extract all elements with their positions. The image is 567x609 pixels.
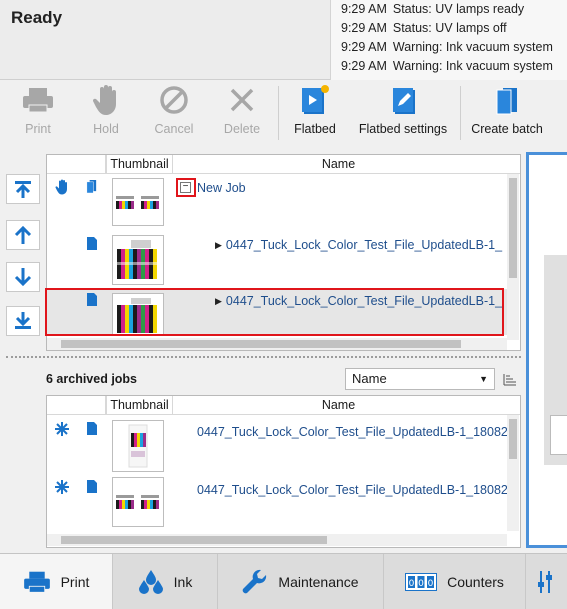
- archived-job-name: 0447_Tuck_Lock_Color_Test_File_UpdatedLB…: [197, 483, 508, 497]
- column-header-name[interactable]: Name: [172, 155, 504, 174]
- flatbed-preview-panel[interactable]: [526, 152, 567, 548]
- cancel-button[interactable]: Cancel: [150, 80, 198, 146]
- arrow-down-icon: [14, 268, 32, 287]
- job-thumbnail: [112, 178, 164, 226]
- toolbar-divider: [278, 86, 279, 140]
- document-icon: [87, 422, 97, 435]
- archived-job-name: 0447_Tuck_Lock_Color_Test_File_UpdatedLB…: [197, 425, 508, 439]
- print-button[interactable]: Print: [12, 80, 64, 146]
- cancel-icon: [150, 80, 198, 120]
- toolbar-divider: [460, 86, 461, 140]
- tab-label: Counters: [447, 574, 504, 590]
- hold-button[interactable]: Hold: [82, 80, 130, 146]
- collapse-toggle-highlight: [176, 178, 196, 197]
- batch-icon: [466, 80, 548, 120]
- move-up-button[interactable]: [6, 220, 40, 250]
- svg-text:0: 0: [418, 579, 424, 589]
- move-to-top-button[interactable]: [6, 174, 40, 204]
- toolbar: Print Hold Cancel Delete Flatbed Flatbed…: [0, 80, 567, 146]
- archived-job-row[interactable]: 0447_Tuck_Lock_Color_Test_File_UpdatedLB…: [47, 416, 508, 474]
- sort-order-button[interactable]: [500, 368, 520, 390]
- tab-maintenance[interactable]: Maintenance: [218, 554, 384, 609]
- sort-order-icon: [503, 374, 516, 386]
- queue-vertical-scrollbar[interactable]: [507, 174, 519, 340]
- job-row[interactable]: ▶ 0447_Tuck_Lock_Color_Test_File_UpdatedL…: [47, 233, 507, 289]
- job-group-row[interactable]: − New Job: [47, 175, 507, 231]
- job-name: ▶ 0447_Tuck_Lock_Color_Test_File_UpdatedL…: [215, 238, 503, 252]
- arrow-up-icon: [14, 225, 32, 244]
- archived-jobs-list[interactable]: Thumbnail Name 0447_Tuck_Lock_Color_Test…: [46, 395, 521, 548]
- tab-ink[interactable]: Ink: [113, 554, 218, 609]
- chevron-down-icon: ▼: [479, 374, 488, 384]
- column-header-thumbnail[interactable]: Thumbnail: [106, 155, 172, 174]
- tab-label: Maintenance: [278, 574, 359, 590]
- log-entry: 9:29 AM Status: UV lamps ready: [341, 2, 525, 16]
- archived-job-thumbnail: [112, 420, 164, 472]
- svg-text:0: 0: [428, 579, 434, 589]
- sort-dropdown[interactable]: Name ▼: [345, 368, 495, 390]
- move-down-button[interactable]: [6, 262, 40, 292]
- tab-label: Ink: [173, 574, 193, 590]
- printer-icon: [12, 80, 64, 120]
- close-icon: [218, 80, 266, 120]
- job-group-name: New Job: [197, 181, 246, 195]
- sliders-icon: [537, 570, 557, 594]
- ink-drops-icon: [138, 569, 164, 595]
- create-batch-button[interactable]: Create batch: [466, 80, 548, 146]
- hold-hand-icon: [55, 179, 67, 195]
- queue-horizontal-scrollbar[interactable]: [47, 338, 507, 350]
- wrench-icon: [242, 569, 268, 595]
- asterisk-icon: [55, 422, 69, 436]
- archived-job-thumbnail: [112, 477, 164, 527]
- counter-icon: 000: [405, 573, 438, 591]
- archived-jobs-count: 6 archived jobs: [46, 372, 138, 386]
- column-header-name[interactable]: Name: [172, 396, 504, 415]
- archive-vertical-scrollbar[interactable]: [507, 415, 519, 531]
- archived-job-row[interactable]: 0447_Tuck_Lock_Color_Test_File_UpdatedLB…: [47, 474, 508, 530]
- move-top-icon: [15, 181, 31, 198]
- status-bar: Ready 9:29 AM Status: UV lamps ready 9:29…: [0, 0, 567, 80]
- archive-horizontal-scrollbar[interactable]: [47, 534, 507, 546]
- tab-counters[interactable]: 000 Counters: [384, 554, 526, 609]
- flatbed-settings-icon: [352, 80, 454, 120]
- job-thumbnail: [112, 235, 164, 285]
- column-header-thumbnail[interactable]: Thumbnail: [106, 396, 172, 415]
- batch-icon: [86, 180, 97, 194]
- archive-header: Thumbnail Name: [47, 396, 520, 415]
- flatbed-button[interactable]: Flatbed: [288, 80, 342, 146]
- printer-icon: [23, 570, 51, 594]
- svg-text:0: 0: [409, 579, 415, 589]
- asterisk-icon: [55, 480, 69, 494]
- log-entry: 9:29 AM Status: UV lamps off: [341, 21, 507, 35]
- flatbed-settings-button[interactable]: Flatbed settings: [352, 80, 454, 146]
- delete-button[interactable]: Delete: [218, 80, 266, 146]
- move-bottom-icon: [15, 312, 31, 329]
- move-to-bottom-button[interactable]: [6, 306, 40, 336]
- selected-job-highlight: [45, 288, 504, 336]
- hand-icon: [82, 80, 130, 120]
- queue-header: Thumbnail Name: [47, 155, 520, 174]
- document-icon: [87, 480, 97, 493]
- media-placement: [550, 415, 567, 455]
- tab-settings[interactable]: [526, 554, 567, 609]
- log-entry: 9:29 AM Warning: Ink vacuum system: [341, 59, 553, 73]
- sort-selected-value: Name: [352, 371, 387, 386]
- expand-arrow-icon: ▶: [215, 240, 222, 250]
- document-icon: [87, 237, 97, 250]
- event-log[interactable]: 9:29 AM Status: UV lamps ready 9:29 AM Sta…: [330, 0, 567, 80]
- tab-label: Print: [60, 574, 90, 590]
- log-entry: 9:29 AM Warning: Ink vacuum system: [341, 40, 553, 54]
- flatbed-icon: [288, 80, 342, 120]
- tab-print[interactable]: Print: [0, 554, 113, 609]
- panel-splitter[interactable]: [6, 356, 521, 358]
- printer-status: Ready: [11, 8, 63, 27]
- bottom-tab-bar: Print Ink Maintenance 000 Counters: [0, 553, 567, 609]
